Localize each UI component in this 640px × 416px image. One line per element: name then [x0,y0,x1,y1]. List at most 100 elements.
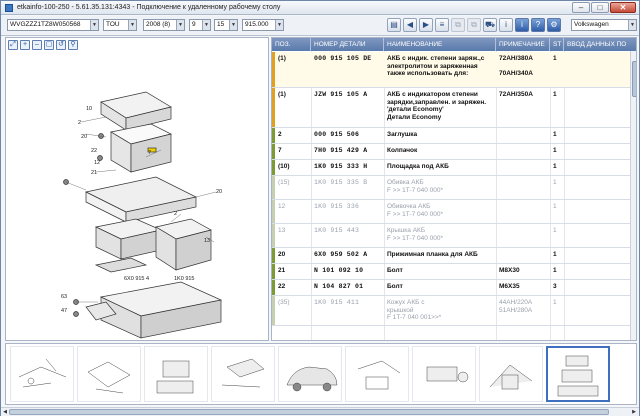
illustration-select[interactable]: 915.000 ▼ [242,19,284,31]
svg-text:10: 10 [86,106,92,112]
chevron-down-icon[interactable]: ▼ [275,20,283,30]
thumbnail-selected[interactable] [546,346,610,402]
cell-name: Крышка АКБ F >> 1T-7 040 000* [387,227,444,242]
zoom-window-icon[interactable]: ▢ [44,40,54,50]
table-row[interactable]: 13 1K0 915 443 Крышка АКБ F >> 1T-7 040 00… [272,224,632,248]
cell-pos: 7 [278,147,282,154]
parts-diagram[interactable]: 10 2 20 22 21 12 7 20 2 13 63 47 6X0 915 4 1K0 91… [6,52,268,340]
cell-part-number: 1K0 915 411 [314,299,360,306]
minimize-button[interactable]: – [572,2,590,13]
table-row[interactable]: 2 000 915 506 Заглушка 1 [272,128,632,144]
cell-note: 44AH/220A 51AH/280A [499,299,533,314]
table-row[interactable]: 22 N 104 827 01 Болт M6X35 3 [272,280,632,296]
cell-pos: 20 [278,251,286,258]
col-st[interactable]: ST [550,38,564,51]
print-icon[interactable]: ▤ [387,18,401,32]
table-row[interactable]: (10) 1K0 915 333 H Площадка под АКБ 1 [272,160,632,176]
row-marker [272,128,275,143]
svg-text:20: 20 [216,189,222,195]
cell-part-number: 1K0 915 443 [314,227,360,234]
vin-field[interactable]: WVGZZZ1TZ8W050568 ▼ [7,19,99,31]
svg-text:21: 21 [91,170,97,176]
vertical-scrollbar[interactable] [630,51,636,340]
year-select[interactable]: 2008 (8) ▼ [143,19,185,31]
info-icon[interactable]: i [499,18,513,32]
col-part[interactable]: НОМЕР ДЕТАЛИ [311,38,384,51]
cell-part-number: N 101 092 10 [314,267,364,274]
col-note[interactable]: ПРИМЕЧАНИЕ [496,38,550,51]
scroll-left-icon[interactable]: ◀ [1,408,9,416]
list-icon[interactable]: ≡ [435,18,449,32]
help-icon[interactable]: ? [531,18,545,32]
thumbnail[interactable] [278,346,342,402]
thumbnail[interactable] [479,346,543,402]
chevron-down-icon[interactable]: ▼ [628,20,636,30]
svg-text:6X0 915 4: 6X0 915 4 [124,276,149,282]
search-icon[interactable]: ⚲ [68,40,78,50]
thumbnail[interactable] [144,346,208,402]
scroll-thumb[interactable] [9,409,609,415]
back-icon[interactable]: ◀ [403,18,417,32]
cell-name: АКБ с индик. степени заряж.,с электролит… [387,55,485,77]
thumbnail[interactable] [412,346,476,402]
group-value: 9 [192,21,196,28]
cell-quantity: 1 [553,299,557,306]
cell-part-number: 1K0 915 333 H [314,163,368,170]
cell-part-number: 1K0 915 335 B [314,179,368,186]
table-row[interactable]: (35) 1K0 915 411 Кожух АКБ с крышкой F 1T-… [272,296,632,326]
model-value: TOU [106,21,120,28]
model-select[interactable]: TOU ▼ [103,19,137,31]
remote-desktop-icon [5,4,13,12]
col-entry[interactable]: ВВОД ДАННЫХ ПО [564,38,636,51]
thumbnail[interactable] [211,346,275,402]
cell-name: Площадка под АКБ [387,163,449,170]
cart-icon[interactable]: ⛟ [483,18,497,32]
cell-quantity: 1 [553,267,557,274]
forward-icon[interactable]: ▶ [419,18,433,32]
subgroup-select[interactable]: 15 ▼ [214,19,238,31]
chevron-down-icon[interactable]: ▼ [202,20,210,30]
table-row[interactable]: 21 N 101 092 10 Болт M8X30 1 [272,264,632,280]
cell-pos: (10) [278,163,290,170]
illustration-value: 915.000 [245,21,269,28]
thumbnail[interactable] [77,346,141,402]
paste-icon[interactable]: ⧉ [467,18,481,32]
chevron-down-icon[interactable]: ▼ [128,20,136,30]
cell-name: Колпачок [387,147,418,154]
group-select[interactable]: 9 ▼ [189,19,211,31]
maximize-button[interactable]: □ [591,2,609,13]
cell-pos: 21 [278,267,286,274]
chevron-down-icon[interactable]: ▼ [90,20,98,30]
info-blue-icon[interactable]: i [515,18,529,32]
zoom-in-icon[interactable]: + [20,40,30,50]
copy-icon[interactable]: ⧉ [451,18,465,32]
cell-note: M6X35 [499,283,520,290]
thumbnail[interactable] [345,346,409,402]
row-marker [272,264,275,279]
chevron-down-icon[interactable]: ▼ [176,20,184,30]
table-row[interactable]: 20 6X0 959 502 A Прижимная планка для АКБ 1 [272,248,632,264]
cell-part-number: N 104 827 01 [314,283,364,290]
row-marker [272,176,275,199]
col-name[interactable]: НАИМЕНОВАНИЕ [384,38,496,51]
zoom-reset-icon[interactable]: ↺ [56,40,66,50]
scroll-thumb[interactable] [632,61,636,97]
col-pos[interactable]: ПОЗ. [272,38,311,51]
parts-table: ПОЗ. НОМЕР ДЕТАЛИ НАИМЕНОВАНИЕ ПРИМЕЧАНИ… [271,37,637,341]
settings-icon[interactable]: ⚙ [547,18,561,32]
close-button[interactable]: ✕ [610,2,636,13]
horizontal-scrollbar[interactable]: ◀ ▶ [1,407,639,416]
brand-value: Volkswagen [574,21,609,28]
brand-select[interactable]: Volkswagen ▼ [571,19,637,31]
scroll-right-icon[interactable]: ▶ [630,408,638,416]
cell-pos: (35) [278,299,290,306]
zoom-fit-icon[interactable]: ⤢ [8,40,18,50]
table-row[interactable]: (15) 1K0 915 335 B Обивка АКБ F >> 1T-7 04… [272,176,632,200]
chevron-down-icon[interactable]: ▼ [229,20,237,30]
table-row[interactable]: 12 1K0 915 336 Обивочка АКБ F >> 1T-7 040 … [272,200,632,224]
zoom-out-icon[interactable]: – [32,40,42,50]
thumbnail[interactable] [10,346,74,402]
table-row[interactable]: 7 7H0 915 429 A Колпачок 1 [272,144,632,160]
table-row[interactable]: (1) 000 915 105 DE АКБ с индик. степени за… [272,52,632,88]
table-row[interactable]: (1) JZW 915 105 A АКБ с индикатором степен… [272,88,632,128]
